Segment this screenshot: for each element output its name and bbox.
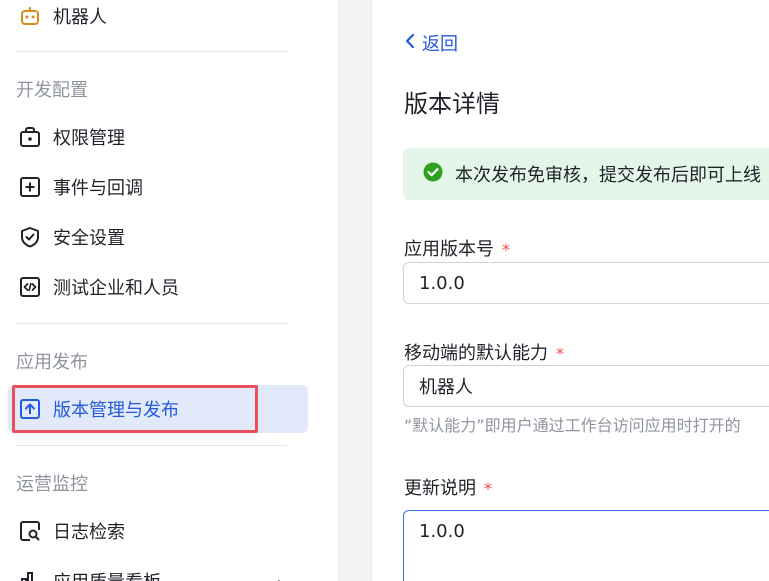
robot-icon: [18, 4, 42, 28]
sidebar: 机器人 开发配置 权限管理 事件与回调 安全设置 测试企业和人员 应用发布 版本…: [0, 0, 338, 581]
chevron-up-icon[interactable]: [272, 572, 286, 581]
required-mark: *: [484, 479, 492, 498]
required-mark: *: [502, 240, 510, 259]
sidebar-item-label: 安全设置: [53, 228, 125, 249]
sidebar-item-label: 版本管理与发布: [53, 400, 179, 421]
sidebar-item-security[interactable]: 安全设置: [0, 215, 300, 259]
sidebar-item-permissions[interactable]: 权限管理: [0, 115, 300, 159]
version-label-text: 应用版本号: [404, 239, 494, 260]
divider: [16, 445, 287, 446]
section-app-publish: 应用发布: [16, 352, 88, 373]
sidebar-item-version-publish[interactable]: 版本管理与发布: [8, 385, 308, 433]
release-notes-label: 更新说明 *: [404, 474, 492, 500]
upload-square-icon: [18, 397, 42, 421]
log-search-icon: [18, 519, 42, 543]
lock-briefcase-icon: [18, 125, 42, 149]
notice-text: 本次发布免审核，提交发布后即可上线: [455, 165, 761, 186]
version-input-value: 1.0.0: [419, 272, 465, 294]
main-content: 返回 版本详情 本次发布免审核，提交发布后即可上线 应用版本号 * 1.0.0 移…: [372, 0, 769, 581]
shield-check-icon: [18, 225, 42, 249]
chart-icon: [18, 569, 42, 581]
mobile-capability-select[interactable]: 机器人: [403, 365, 769, 407]
sidebar-item-label: 机器人: [53, 7, 107, 28]
sidebar-item-test-users[interactable]: 测试企业和人员: [0, 265, 300, 309]
version-field-label: 应用版本号 *: [404, 235, 510, 261]
divider: [16, 323, 287, 324]
sidebar-item-events[interactable]: 事件与回调: [0, 165, 300, 209]
sidebar-item-log-search[interactable]: 日志检索: [0, 509, 300, 553]
required-mark: *: [556, 344, 564, 363]
mobile-label-text: 移动端的默认能力: [404, 343, 548, 364]
section-dev-config: 开发配置: [16, 80, 88, 101]
notes-label-text: 更新说明: [404, 478, 476, 499]
divider: [16, 51, 287, 52]
sidebar-item-robot[interactable]: 机器人: [0, 0, 300, 38]
mobile-capability-hint: “默认能力”即用户通过工作台访问应用时打开的: [404, 416, 741, 435]
sidebar-item-label: 应用质量看板: [53, 568, 161, 581]
check-circle-icon: [423, 162, 443, 186]
mobile-capability-value: 机器人: [419, 377, 473, 398]
sidebar-item-quality-dashboard[interactable]: 应用质量看板: [0, 559, 300, 581]
mobile-capability-label: 移动端的默认能力 *: [404, 339, 564, 365]
page-title: 版本详情: [404, 90, 500, 118]
sidebar-item-label: 事件与回调: [53, 178, 143, 199]
release-notes-textarea[interactable]: 1.0.0: [403, 510, 769, 581]
sidebar-item-label: 测试企业和人员: [53, 278, 179, 299]
back-label: 返回: [422, 34, 458, 55]
layout-gutter: [338, 0, 372, 581]
chevron-left-icon: [404, 33, 416, 54]
back-link[interactable]: 返回: [404, 30, 458, 56]
sidebar-item-label: 权限管理: [53, 128, 125, 149]
release-notes-value: 1.0.0: [419, 521, 465, 542]
sidebar-item-label: 日志检索: [53, 522, 125, 543]
version-input[interactable]: 1.0.0: [403, 262, 769, 304]
code-icon: [18, 275, 42, 299]
plus-square-icon: [18, 175, 42, 199]
success-notice: 本次发布免审核，提交发布后即可上线: [403, 148, 769, 200]
section-ops-monitor: 运营监控: [16, 474, 88, 495]
